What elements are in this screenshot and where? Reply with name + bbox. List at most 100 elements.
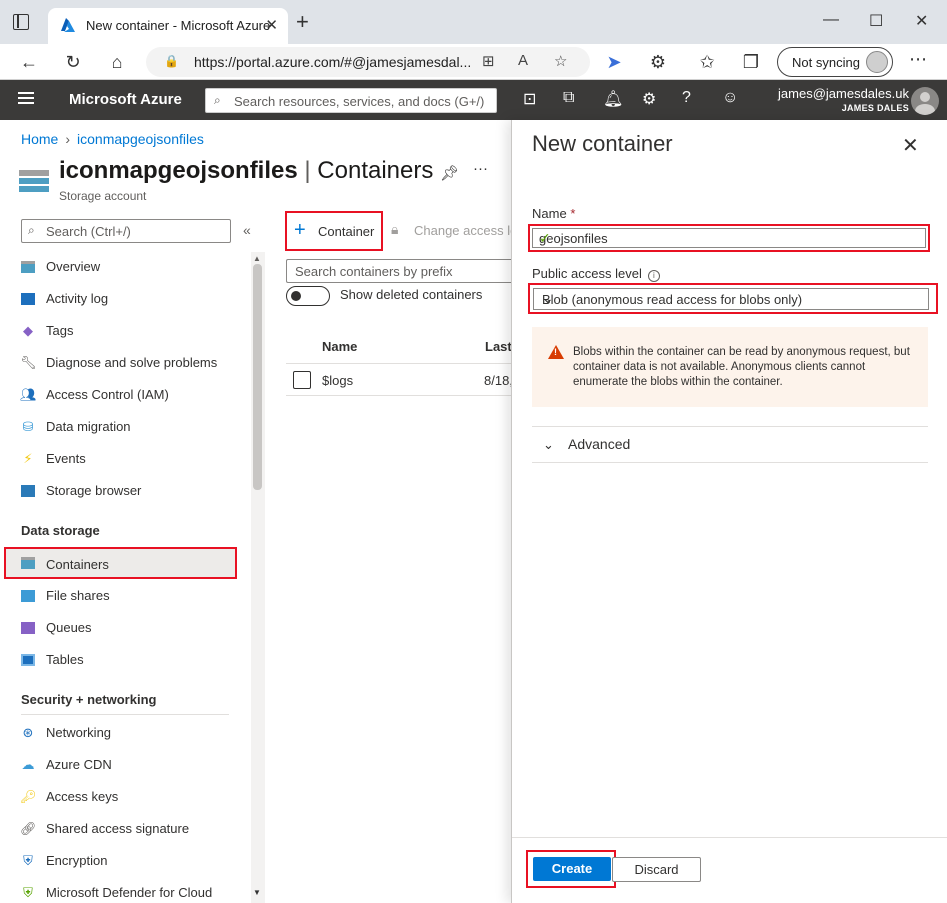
breadcrumb-storage-account[interactable]: iconmapgeojsonfiles (77, 131, 204, 147)
scroll-down-icon[interactable]: ▼ (253, 888, 261, 897)
column-header-last-modified[interactable]: Last (485, 339, 512, 354)
chevron-down-icon[interactable]: ⌄ (543, 437, 554, 453)
maximize-icon[interactable]: ☐ (869, 11, 883, 31)
resource-name: iconmapgeojsonfiles (59, 157, 298, 184)
app-available-icon[interactable]: ⊞ (482, 52, 495, 70)
directory-filter-icon[interactable]: ⧉ (563, 89, 574, 107)
lightning-icon: ⚡︎ (23, 451, 33, 466)
back-icon[interactable]: ← (16, 49, 42, 75)
refresh-icon[interactable]: ↻ (60, 49, 86, 75)
collapse-nav-icon[interactable]: « (243, 222, 251, 238)
create-highlight: Create (526, 850, 616, 888)
close-tab-icon[interactable]: ✕ (265, 16, 278, 34)
nav-item-queues[interactable]: Queues (5, 613, 250, 643)
nav-item-tags[interactable]: ◆ Tags (5, 316, 250, 346)
extensions-icon[interactable]: ⚙ (645, 49, 671, 75)
url-text[interactable]: https://portal.azure.com/#@jamesjamesdal… (194, 54, 471, 70)
notifications-icon[interactable]: 🔔︎ (603, 89, 623, 109)
nav-item-label: Queues (46, 620, 92, 635)
portal-menu-icon[interactable] (18, 92, 34, 104)
nav-item-encryption[interactable]: ⛨ Encryption (5, 846, 250, 876)
nav-item-containers[interactable]: Containers (4, 547, 237, 579)
activity-log-icon (20, 291, 36, 307)
close-icon[interactable]: ✕ (902, 133, 919, 158)
key-icon: 🔑︎ (20, 789, 37, 804)
tab-actions-icon[interactable] (13, 14, 29, 30)
address-bar: ← ↻ ⌂ 🔒 https://portal.azure.com/#@james… (0, 44, 947, 80)
add-favorite-icon[interactable]: ☆ (554, 52, 567, 70)
add-container-button[interactable]: + Container (285, 211, 383, 251)
queues-icon (20, 620, 36, 636)
azure-brand[interactable]: Microsoft Azure (69, 91, 182, 108)
nav-search-input[interactable]: ⌕ Search (Ctrl+/) (21, 219, 231, 243)
column-header-name[interactable]: Name (322, 339, 357, 354)
collections-icon[interactable]: ❐ (738, 49, 764, 75)
nav-item-azure-cdn[interactable]: ☁ Azure CDN (5, 750, 250, 780)
advanced-section-toggle[interactable]: Advanced (568, 436, 630, 452)
nav-item-file-shares[interactable]: File shares (5, 581, 250, 611)
containers-icon (19, 170, 49, 192)
more-icon[interactable]: ··· (473, 160, 488, 177)
azure-logo-icon (61, 18, 75, 32)
networking-icon: ⊛ (22, 725, 34, 740)
nav-search-placeholder: Search (Ctrl+/) (46, 224, 131, 239)
nav-item-iam[interactable]: 👥︎ Access Control (IAM) (5, 380, 250, 410)
read-aloud-icon[interactable]: A (518, 52, 528, 69)
nav-item-storage-browser[interactable]: Storage browser (5, 476, 250, 506)
global-search-input[interactable]: ⌕ Search resources, services, and docs (… (205, 88, 497, 113)
home-icon[interactable]: ⌂ (104, 49, 130, 75)
pin-icon[interactable]: 📌︎ (440, 164, 459, 182)
table-row-name[interactable]: $logs (322, 373, 353, 388)
browser-tab[interactable]: New container - Microsoft Azure ✕ (48, 8, 288, 44)
info-icon[interactable]: i (647, 270, 660, 282)
nav-item-networking[interactable]: ⊛ Networking (5, 718, 250, 748)
cloud-icon: ☁ (21, 757, 35, 772)
breadcrumb-home[interactable]: Home (21, 131, 58, 147)
new-tab-icon[interactable]: + (296, 9, 309, 35)
settings-icon[interactable]: ⚙ (642, 89, 656, 109)
account-menu[interactable]: james@jamesdales.uk JAMES DALES (778, 86, 909, 113)
panel-title: New container (532, 131, 673, 156)
access-level-dropdown[interactable]: Blob (anonymous read access for blobs on… (533, 288, 929, 310)
account-email: james@jamesdales.uk (778, 86, 909, 101)
cloud-shell-icon[interactable]: ⊡ (523, 89, 536, 109)
account-avatar[interactable] (911, 87, 939, 115)
name-field-highlight: geojsonfiles ✓ (528, 224, 930, 252)
lock-icon[interactable]: 🔒 (164, 54, 179, 68)
feedback-icon[interactable]: ☺ (722, 89, 738, 107)
help-icon[interactable]: ? (682, 89, 691, 107)
breadcrumb: Home › iconmapgeojsonfiles (21, 131, 204, 147)
url-field[interactable]: 🔒 https://portal.azure.com/#@jamesjamesd… (146, 47, 590, 77)
nav-item-defender[interactable]: ⛨ Microsoft Defender for Cloud (5, 878, 250, 903)
nav-item-label: Containers (46, 557, 109, 572)
nav-item-sas[interactable]: 🔗︎ Shared access signature (5, 814, 250, 844)
change-access-level-button[interactable]: Change access le (414, 223, 517, 238)
row-checkbox[interactable] (293, 371, 311, 389)
nav-scrollbar-thumb[interactable] (253, 264, 262, 490)
resource-type: Storage account (59, 189, 147, 203)
nav-item-diagnose[interactable]: 🔧︎ Diagnose and solve problems (5, 348, 250, 378)
nav-item-access-keys[interactable]: 🔑︎ Access keys (5, 782, 250, 812)
more-options-icon[interactable]: ⋯ (909, 49, 927, 70)
table-divider (286, 363, 526, 364)
azure-top-bar: Microsoft Azure ⌕ Search resources, serv… (0, 80, 947, 120)
scroll-up-icon[interactable]: ▲ (253, 254, 261, 263)
nav-item-events[interactable]: ⚡︎ Events (5, 444, 250, 474)
profile-sync-button[interactable]: Not syncing (777, 47, 893, 77)
create-button[interactable]: Create (533, 857, 611, 881)
storage-browser-icon (20, 483, 36, 499)
nav-item-activity-log[interactable]: Activity log (5, 284, 250, 314)
container-search-input[interactable]: Search containers by prefix (286, 259, 526, 283)
nav-item-tables[interactable]: Tables (5, 645, 250, 675)
warning-text: Blobs within the container can be read b… (573, 346, 910, 388)
close-window-icon[interactable]: ✕ (915, 11, 928, 31)
nav-item-data-migration[interactable]: ⛁ Data migration (5, 412, 250, 442)
access-level-label: Public access level i (532, 266, 660, 282)
minimize-icon[interactable]: — (823, 11, 839, 29)
favorites-icon[interactable]: ✩ (694, 49, 720, 75)
name-input[interactable]: geojsonfiles ✓ (532, 228, 926, 248)
show-deleted-toggle[interactable] (286, 286, 330, 306)
nav-item-overview[interactable]: Overview (5, 252, 250, 282)
discard-button[interactable]: Discard (612, 857, 701, 882)
extension-icon[interactable]: ➤ (601, 49, 627, 75)
